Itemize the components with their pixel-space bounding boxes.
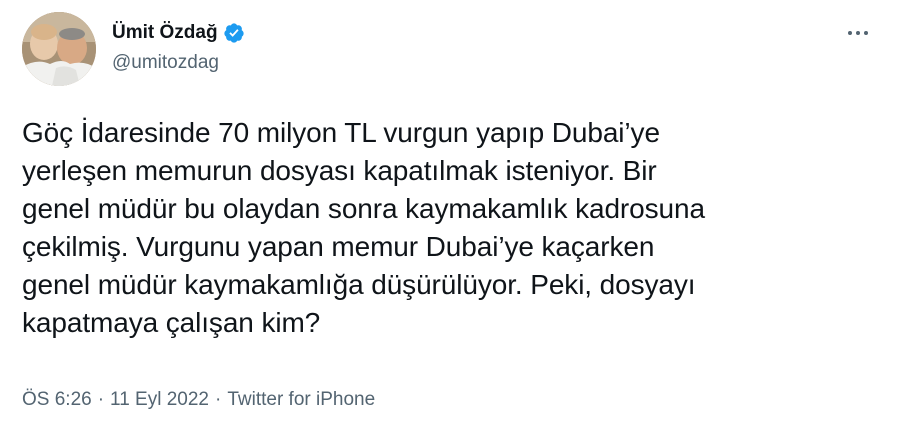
tweet-source-link[interactable]: Twitter for iPhone xyxy=(227,386,375,414)
more-horizontal-icon-dot xyxy=(864,31,868,35)
author-handle[interactable]: @umitozdag xyxy=(112,50,245,76)
tweet-card: Ümit Özdağ @umitozdag Göç İdaresinde 70 … xyxy=(0,0,901,436)
avatar[interactable] xyxy=(22,12,96,86)
author-display-name[interactable]: Ümit Özdağ xyxy=(112,20,218,46)
tweet-metadata: ÖS 6:26 · 11 Eyl 2022 · Twitter for iPho… xyxy=(22,386,375,414)
name-row: Ümit Özdağ xyxy=(112,20,245,46)
author-block: Ümit Özdağ @umitozdag xyxy=(112,20,245,76)
separator-dot: · xyxy=(215,389,222,410)
tweet-text: Göç İdaresinde 70 milyon TL vurgun yapıp… xyxy=(22,117,705,338)
avatar-photo xyxy=(22,12,96,86)
more-horizontal-icon-dot xyxy=(856,31,860,35)
more-options-button[interactable] xyxy=(838,22,878,44)
tweet-time-link[interactable]: ÖS 6:26 xyxy=(22,386,92,414)
verified-badge-icon xyxy=(223,22,245,44)
more-horizontal-icon-dot xyxy=(848,31,852,35)
separator-dot: · xyxy=(97,389,105,410)
tweet-date-link[interactable]: 11 Eyl 2022 xyxy=(110,386,209,414)
